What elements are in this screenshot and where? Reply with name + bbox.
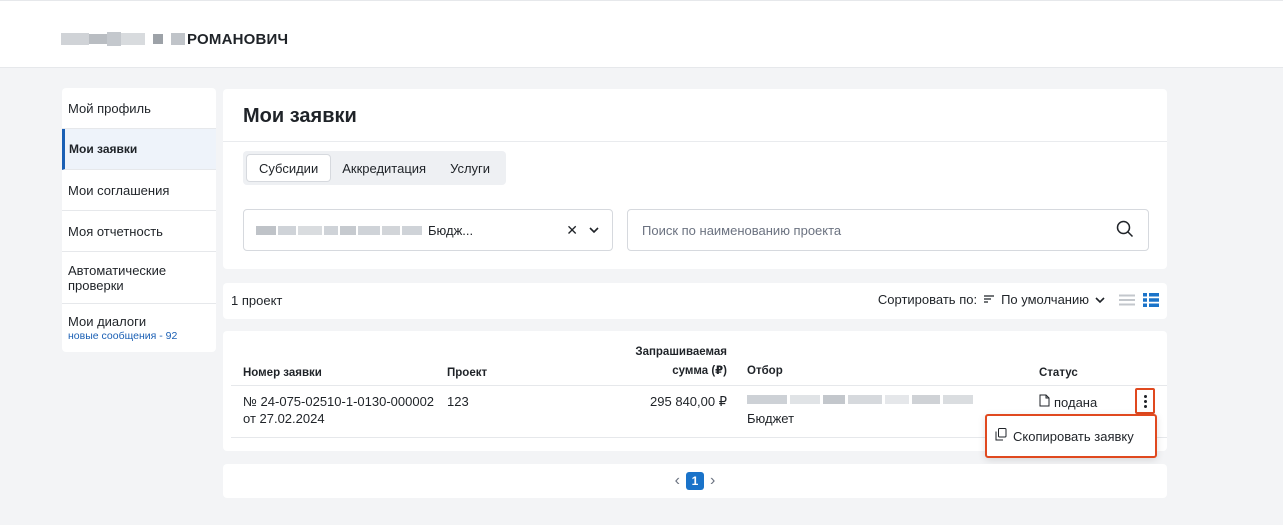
copy-icon — [995, 428, 1007, 444]
chevron-down-icon — [1095, 292, 1105, 307]
status-badge: подана — [1039, 394, 1097, 410]
chevron-down-icon[interactable] — [588, 224, 600, 236]
application-number[interactable]: № 24-075-02510-1-0130-000002 — [243, 394, 434, 409]
tab-subsidies[interactable]: Субсидии — [247, 155, 331, 181]
header-number: Номер заявки — [243, 367, 322, 379]
redacted-name — [61, 32, 185, 46]
selection-filter[interactable]: Бюдж... ✕ — [243, 209, 613, 251]
main-header-card: Мои заявки Субсидии Аккредитация Услуги … — [223, 89, 1167, 269]
result-count: 1 проект — [231, 293, 283, 308]
sidebar-item-label: Моя отчетность — [68, 223, 163, 239]
dot — [1143, 399, 1147, 403]
copy-application-item[interactable]: Скопировать заявку — [995, 428, 1134, 444]
sidebar-item-agreements[interactable]: Мои соглашения — [62, 170, 216, 211]
filter-value: Бюдж... — [428, 222, 474, 238]
list-view-icon[interactable] — [1119, 294, 1135, 309]
user-name: РОМАНОВИЧ — [61, 27, 288, 51]
sort-control[interactable]: Сортировать по: По умолчанию — [878, 292, 1105, 307]
dot — [1143, 394, 1147, 398]
detailed-list-view-icon[interactable] — [1143, 293, 1159, 310]
more-actions-button[interactable] — [1135, 388, 1155, 414]
application-date: от 27.02.2024 — [243, 411, 325, 426]
page-number-current[interactable]: 1 — [686, 472, 704, 490]
top-bar: РОМАНОВИЧ — [0, 0, 1283, 68]
sidebar: Мой профиль Мои заявки Мои соглашения Мо… — [62, 88, 216, 352]
header-amount-line1: Запрашиваемая — [635, 346, 727, 358]
chevron-left-icon[interactable]: ‹ — [675, 472, 680, 490]
sidebar-item-label: Автоматические проверки — [68, 262, 167, 293]
sidebar-item-label: Мои заявки — [69, 142, 138, 156]
sort-value: По умолчанию — [1001, 292, 1089, 307]
divider — [223, 141, 1167, 142]
document-icon — [1039, 394, 1050, 410]
sidebar-item-profile[interactable]: Мой профиль — [62, 88, 216, 129]
sidebar-item-applications[interactable]: Мои заявки — [62, 129, 216, 170]
sidebar-item-label: Мой профиль — [68, 100, 151, 116]
sort-icon — [983, 292, 995, 307]
header-amount-line2: сумма (₽) — [672, 365, 727, 377]
new-messages-badge: новые сообщения - 92 — [68, 330, 178, 342]
clear-icon[interactable]: ✕ — [566, 222, 578, 239]
status-text: подана — [1054, 394, 1098, 410]
pagination: ‹ 1 › — [223, 464, 1167, 498]
pager: ‹ 1 › — [223, 472, 1167, 490]
project-name: 123 — [447, 394, 469, 409]
dot — [1143, 404, 1147, 408]
header-status: Статус — [1039, 367, 1078, 379]
tab-services[interactable]: Услуги — [438, 155, 502, 181]
page-title: Мои заявки — [243, 105, 357, 127]
summary-bar: 1 проект Сортировать по: По умолчанию — [223, 283, 1167, 319]
chevron-right-icon[interactable]: › — [710, 472, 715, 490]
header-project: Проект — [447, 367, 488, 379]
redacted-filter-text: Бюдж... — [256, 223, 554, 238]
requested-amount: 295 840,00 ₽ — [650, 394, 727, 409]
search-box — [627, 209, 1149, 251]
view-toggle — [1119, 293, 1159, 310]
search-icon[interactable] — [1116, 220, 1134, 241]
tab-accreditation[interactable]: Аккредитация — [330, 155, 438, 181]
divider — [231, 385, 1167, 386]
sidebar-item-dialogs[interactable]: Мои диалоги новые сообщения - 92 — [62, 304, 216, 352]
copy-application-label: Скопировать заявку — [1013, 428, 1134, 444]
tabs: Субсидии Аккредитация Услуги — [243, 151, 507, 185]
user-surname: РОМАНОВИЧ — [187, 30, 289, 48]
sort-label: Сортировать по: — [877, 292, 978, 307]
search-input[interactable] — [642, 222, 1116, 238]
context-menu: Скопировать заявку — [985, 414, 1157, 458]
selection-budget: Бюджет — [747, 411, 795, 426]
sidebar-item-reports[interactable]: Моя отчетность — [62, 211, 216, 252]
sidebar-item-label: Мои соглашения — [68, 182, 170, 198]
sidebar-item-label: Мои диалоги — [68, 314, 147, 329]
sidebar-item-auto-checks[interactable]: Автоматические проверки — [62, 252, 216, 304]
redacted-selection-text — [747, 395, 973, 404]
header-selection: Отбор — [747, 365, 783, 377]
